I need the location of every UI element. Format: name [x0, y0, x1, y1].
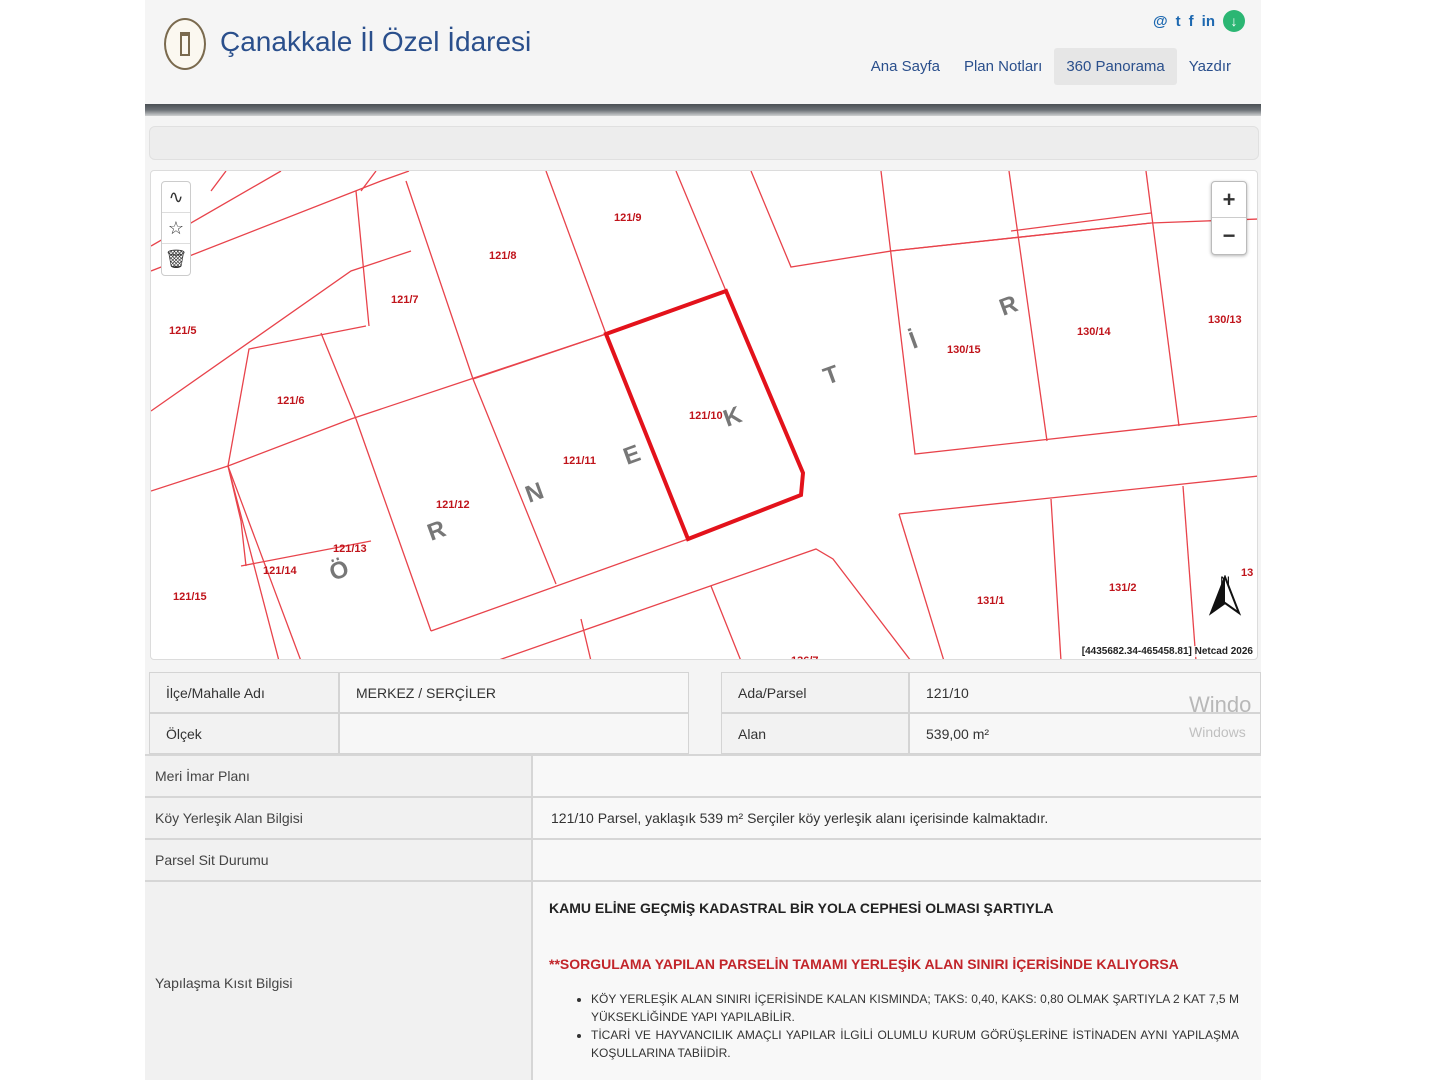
parcel-label: 131/1	[977, 595, 1005, 607]
parcel-label: 121/15	[173, 591, 207, 603]
toolbar-strip	[149, 126, 1259, 160]
table-row: Parsel Sit Durumu	[145, 838, 1261, 880]
parcel-label: 121/7	[391, 294, 419, 306]
olcek-value	[339, 713, 689, 754]
email-icon[interactable]: @	[1153, 13, 1168, 30]
windows-activation-watermark-sub: Windows	[1189, 724, 1246, 740]
social-links: @ t f in ↓	[1153, 10, 1245, 32]
parcel-label: 136/7	[791, 655, 819, 660]
alan-label: Alan	[721, 713, 909, 754]
kisit-list: KÖY YERLEŞİK ALAN SINIRI İÇERİSİNDE KALA…	[549, 990, 1243, 1062]
parcel-label: 121/11	[563, 455, 596, 467]
list-item: TİCARİ VE HAYVANCILIK AMAÇLI YAPILAR İLG…	[591, 1026, 1239, 1062]
windows-activation-watermark: Windo	[1189, 692, 1252, 717]
road-name-letter: Ö	[326, 555, 353, 587]
header: Çanakkale İl Özel İdaresi @ t f in ↓ Ana…	[145, 0, 1261, 104]
linkedin-icon[interactable]: in	[1202, 13, 1215, 30]
zoom-control: + −	[1211, 181, 1247, 255]
nav-360-panorama[interactable]: 360 Panorama	[1054, 48, 1177, 85]
logo-icon[interactable]	[164, 18, 206, 70]
meri-imar-label: Meri İmar Planı	[145, 756, 533, 796]
nav-yazdir[interactable]: Yazdır	[1177, 48, 1243, 85]
kisit-heading: KAMU ELİNE GEÇMİŞ KADASTRAL BİR YOLA CEP…	[549, 900, 1054, 916]
parcel-label: 121/9	[614, 212, 642, 224]
main-nav: Ana Sayfa Plan Notları 360 Panorama Yazd…	[859, 48, 1243, 85]
parsel-sit-label: Parsel Sit Durumu	[145, 840, 533, 880]
ilce-label: İlçe/Mahalle Adı	[149, 672, 339, 713]
draw-polygon-icon[interactable]: ☆	[162, 213, 190, 244]
parcel-label: 121/10	[689, 410, 723, 422]
nav-ana-sayfa[interactable]: Ana Sayfa	[859, 48, 952, 85]
road-name-letter: E	[620, 440, 644, 471]
trash-icon[interactable]: 🗑	[162, 244, 190, 275]
road-name-letter: R	[996, 290, 1022, 321]
parcel-label: 121/12	[436, 499, 470, 511]
ada-label: Ada/Parsel	[721, 672, 909, 713]
parcel-map: 121/9 121/8 121/7 121/5 121/6 121/10 121/11 121…	[151, 171, 1257, 660]
ilce-value: MERKEZ / SERÇİLER	[339, 672, 689, 713]
kisit-value: KAMU ELİNE GEÇMİŞ KADASTRAL BİR YOLA CEP…	[533, 882, 1261, 1080]
kisit-warning: **SORGULAMA YAPILAN PARSELİN TAMAMI YERL…	[549, 956, 1179, 972]
table-row: Yapılaşma Kısıt Bilgisi KAMU ELİNE GEÇMİ…	[145, 880, 1261, 1080]
road-name-letter: N	[522, 477, 548, 508]
kisit-label: Yapılaşma Kısıt Bilgisi	[145, 882, 533, 1080]
zoom-in-button[interactable]: +	[1212, 182, 1246, 218]
page: Çanakkale İl Özel İdaresi @ t f in ↓ Ana…	[145, 0, 1261, 1080]
road-name-letter: K	[720, 401, 746, 433]
meri-imar-value	[533, 756, 1261, 796]
parcel-label: 121/6	[277, 395, 305, 407]
north-arrow: N	[1205, 573, 1245, 633]
road-name-letter: İ	[906, 327, 922, 355]
site-title[interactable]: Çanakkale İl Özel İdaresi	[220, 26, 531, 58]
list-item: KÖY YERLEŞİK ALAN SINIRI İÇERİSİNDE KALA…	[591, 990, 1239, 1026]
twitter-icon[interactable]: t	[1176, 13, 1181, 30]
nav-plan-notlari[interactable]: Plan Notları	[952, 48, 1054, 85]
parsel-sit-value	[533, 840, 1261, 880]
plan-info-table: Meri İmar Planı Köy Yerleşik Alan Bilgis…	[145, 754, 1261, 1080]
north-arrow-icon	[1208, 575, 1242, 616]
koy-yerlesik-value: 121/10 Parsel, yaklaşık 539 m² Serçiler …	[533, 798, 1261, 838]
map-view[interactable]: 121/9 121/8 121/7 121/5 121/6 121/10 121/11 121…	[150, 170, 1258, 660]
koy-yerlesik-label: Köy Yerleşik Alan Bilgisi	[145, 798, 533, 838]
road-name-letter: R	[424, 515, 450, 546]
parcel-label: 130/14	[1077, 326, 1112, 338]
parcel-label: 130/13	[1208, 314, 1242, 326]
parcel-label: 121/13	[333, 543, 367, 555]
draw-line-icon[interactable]: ∿	[162, 182, 190, 213]
facebook-icon[interactable]: f	[1189, 13, 1194, 30]
parcel-label: 131/2	[1109, 582, 1137, 594]
draw-toolbar: ∿ ☆ 🗑	[161, 181, 191, 276]
road-name-letter: T	[820, 360, 843, 391]
table-row: Köy Yerleşik Alan Bilgisi 121/10 Parsel,…	[145, 796, 1261, 838]
map-coordinates: [4435682.34-465458.81] Netcad 2026	[1079, 646, 1255, 657]
table-row: Meri İmar Planı	[145, 754, 1261, 796]
olcek-label: Ölçek	[149, 713, 339, 754]
parcel-label: 121/14	[263, 565, 298, 577]
download-icon[interactable]: ↓	[1223, 10, 1245, 32]
parcel-label: 121/8	[489, 250, 517, 262]
parcel-label: 130/15	[947, 344, 981, 356]
zoom-out-button[interactable]: −	[1212, 218, 1246, 254]
parcel-label: 121/5	[169, 325, 197, 337]
header-divider	[145, 104, 1261, 116]
parcel-info: İlçe/Mahalle Adı MERKEZ / SERÇİLER Ada/P…	[149, 672, 1261, 754]
